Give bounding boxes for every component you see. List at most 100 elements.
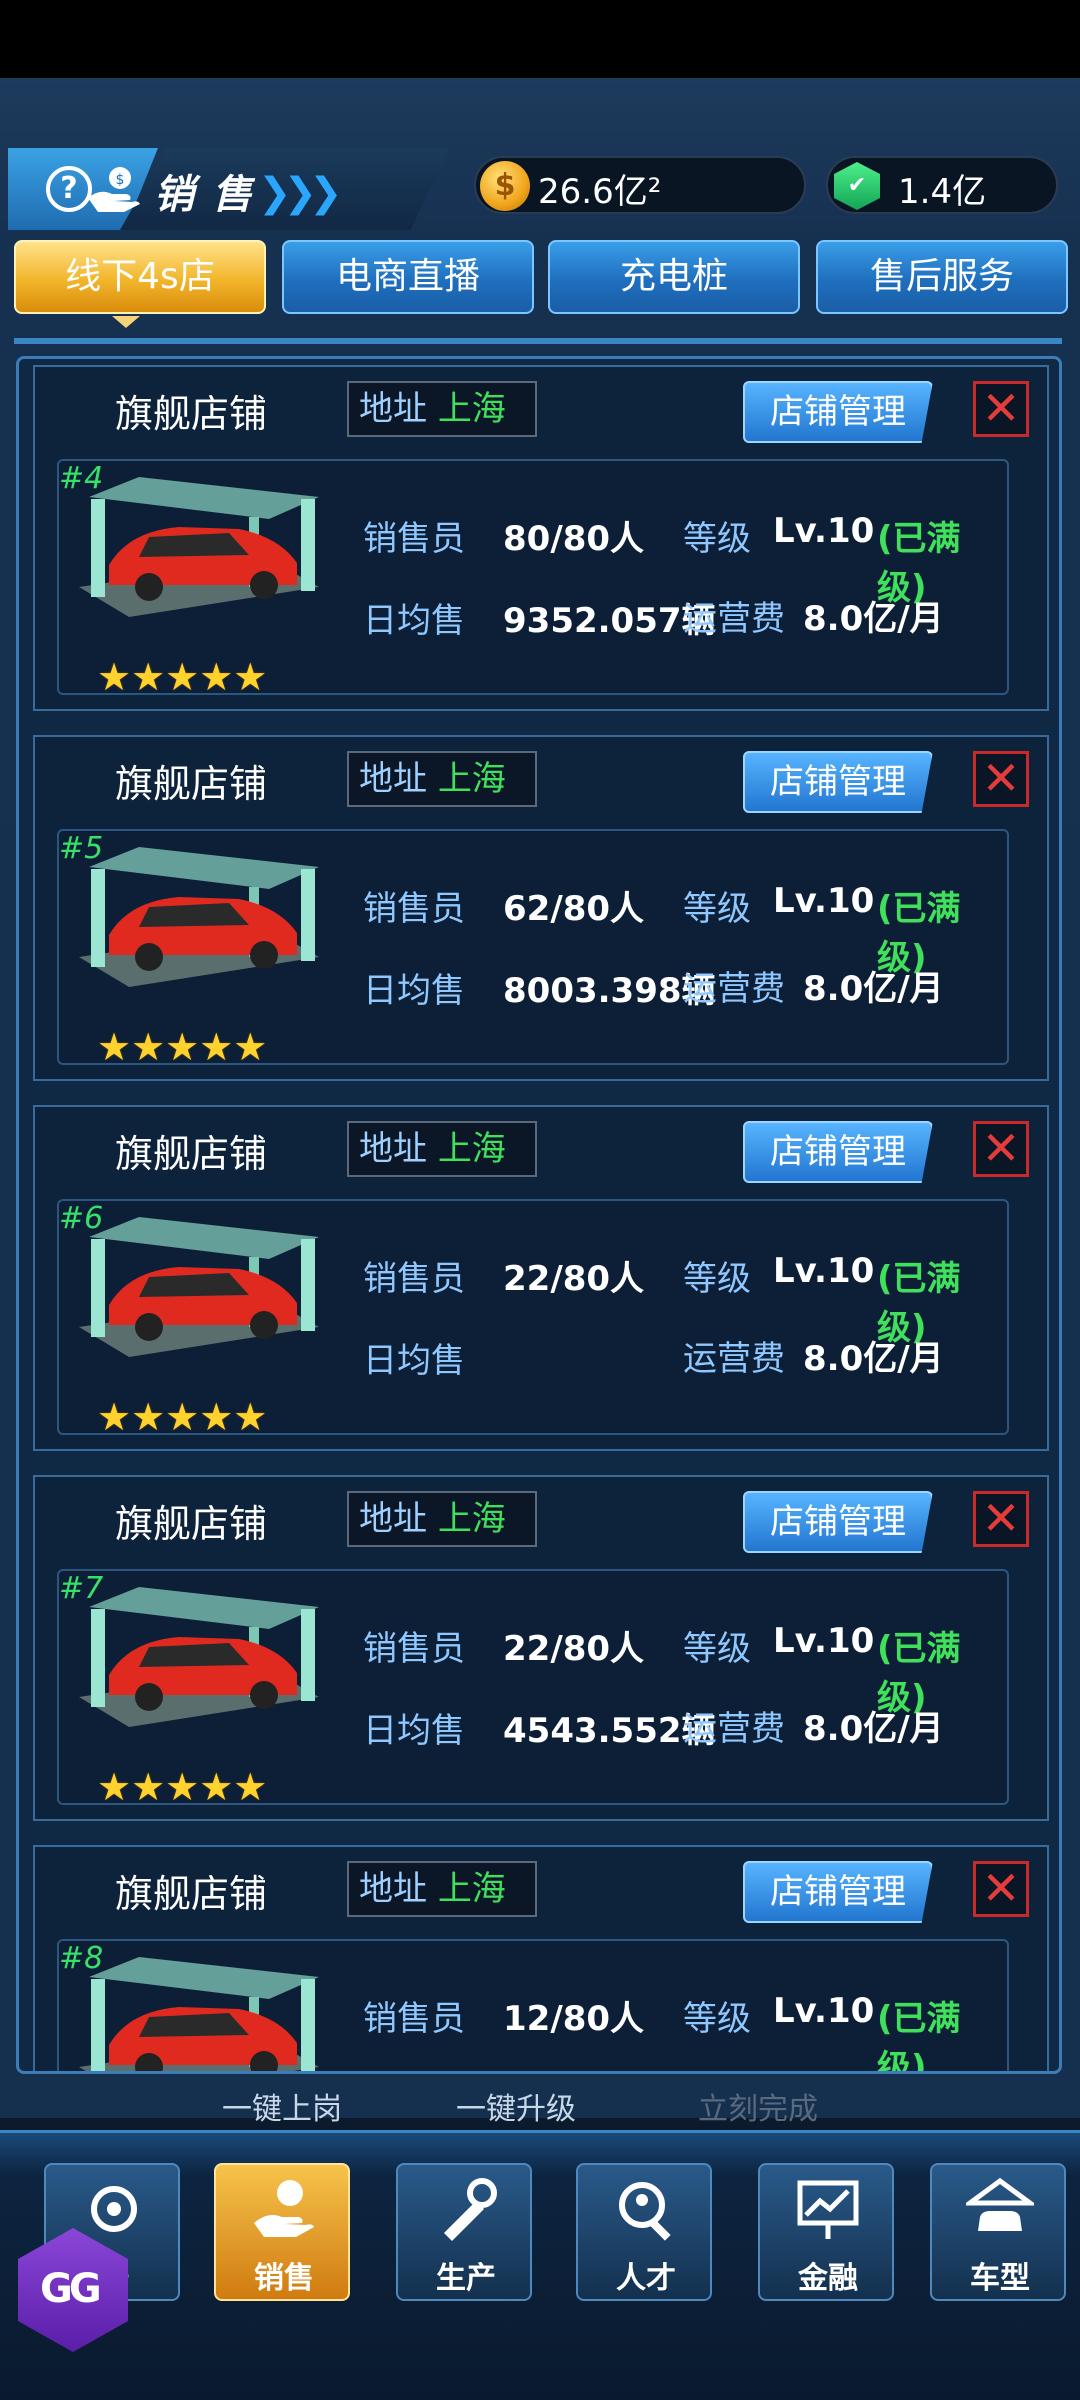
address-label: 地址 (359, 1869, 427, 1909)
store-name: 旗舰店铺 (115, 1872, 268, 1916)
level-value: Lv.10 (773, 1991, 875, 2031)
staff-label: 销售员 (363, 889, 465, 929)
level-label: 等级 (683, 889, 751, 929)
page-title: 销售 (154, 172, 270, 218)
one-click-upgrade-button[interactable]: 一键升级 (456, 2084, 576, 2128)
car-showroom-icon (79, 1217, 319, 1357)
header: ? $ 销售 ❯❯❯ $ 26.6亿² ✔ 1.4亿 (8, 148, 1072, 230)
staff-value: 80/80人 (503, 519, 645, 559)
store-list[interactable]: 旗舰店铺 地址 上海 店铺管理 ✕ #4 ★★★★★ 销售员 80/80人 等级 (16, 356, 1062, 2074)
star-rating: ★★★★★ (97, 1395, 268, 1439)
close-store-button[interactable]: ✕ (973, 1491, 1029, 1547)
nav-car-model[interactable]: 车型 (930, 2163, 1066, 2301)
tab-charging-pile[interactable]: 充电桩 (548, 240, 800, 314)
svg-text:$: $ (116, 172, 125, 188)
status-bar (0, 0, 1080, 78)
money-value: 26.6亿² (538, 172, 662, 212)
staff-label: 销售员 (363, 1629, 465, 1669)
instant-complete-button[interactable]: 立刻完成 (698, 2084, 818, 2128)
address-label: 地址 (359, 1129, 427, 1169)
star-rating: ★★★★★ (97, 1025, 268, 1069)
level-label: 等级 (683, 1629, 751, 1669)
address-city: 上海 (437, 1869, 506, 1909)
bottom-nav: 研 销售 生产 人才 金融 车型 (0, 2130, 1080, 2400)
staff-value: 62/80人 (503, 889, 645, 929)
store-manage-button[interactable]: 店铺管理 (743, 1491, 933, 1553)
daily-sales-label: 日均售 (363, 601, 465, 641)
nav-talent[interactable]: 人才 (576, 2163, 712, 2301)
staff-label: 销售员 (363, 1259, 465, 1299)
nav-label: 生产 (436, 2261, 496, 2296)
money-counter[interactable]: $ 26.6亿² (474, 156, 806, 214)
level-value: Lv.10 (773, 881, 875, 921)
address-label: 地址 (359, 1499, 427, 1539)
research-icon (91, 2186, 137, 2232)
nav-sales[interactable]: 销售 (214, 2163, 350, 2301)
store-manage-button[interactable]: 店铺管理 (743, 1121, 933, 1183)
operating-fee-value: 8.0亿/月 (803, 599, 944, 639)
nav-production[interactable]: 生产 (396, 2163, 532, 2301)
close-store-button[interactable]: ✕ (973, 1861, 1029, 1917)
level-value: Lv.10 (773, 511, 875, 551)
quick-actions: 一键上岗 一键升级 立刻完成 (0, 2084, 1080, 2130)
staff-value: 12/80人 (503, 1999, 645, 2039)
coin-icon: $ (480, 161, 530, 211)
store-manage-button[interactable]: 店铺管理 (743, 751, 933, 813)
level-value: Lv.10 (773, 1251, 875, 1291)
staff-label: 销售员 (363, 1999, 465, 2039)
staff-value: 22/80人 (503, 1259, 645, 1299)
close-store-button[interactable]: ✕ (973, 751, 1029, 807)
store-rank: #6 (59, 1201, 104, 1236)
active-tab-indicator (112, 316, 140, 328)
operating-fee-label: 运营费 (683, 599, 785, 639)
tab-after-sales[interactable]: 售后服务 (816, 240, 1068, 314)
store-manage-button[interactable]: 店铺管理 (743, 1861, 933, 1923)
close-store-button[interactable]: ✕ (973, 1121, 1029, 1177)
tab-bar: 线下4s店 电商直播 充电桩 售后服务 (14, 240, 1074, 316)
address-box: 地址 上海 (347, 1121, 537, 1177)
tab-divider (14, 338, 1062, 344)
address-city: 上海 (437, 1499, 506, 1539)
store-manage-button[interactable]: 店铺管理 (743, 381, 933, 443)
daily-sales-label: 日均售 (363, 1711, 465, 1751)
store-name: 旗舰店铺 (115, 392, 268, 436)
address-box: 地址 上海 (347, 1491, 537, 1547)
nav-finance[interactable]: 金融 (758, 2163, 894, 2301)
operating-fee-value: 8.0亿/月 (803, 1339, 944, 1379)
address-city: 上海 (437, 759, 506, 799)
store-info-box: #4 ★★★★★ 销售员 80/80人 等级 Lv.10 (已满级) 日均售 9… (57, 459, 1009, 699)
car-showroom-icon (79, 1587, 319, 1727)
store-card: 旗舰店铺 地址 上海 店铺管理 ✕ #7 ★★★★★ 销售员 22/80人 等级 (33, 1475, 1049, 1821)
address-box: 地址 上海 (347, 381, 537, 437)
one-click-staff-button[interactable]: 一键上岗 (222, 2084, 342, 2128)
tab-offline-4s[interactable]: 线下4s店 (14, 240, 266, 314)
talent-icon (619, 2182, 671, 2241)
store-info-box: #8 销售员 12/80人 等级 Lv.10 (已满级) (57, 1939, 1009, 2071)
store-rank: #7 (59, 1571, 104, 1606)
gem-counter[interactable]: ✔ 1.4亿 (826, 156, 1058, 214)
operating-fee-label: 运营费 (683, 1339, 785, 1379)
star-rating: ★★★★★ (97, 655, 268, 699)
nav-label: 车型 (970, 2261, 1030, 2296)
address-box: 地址 上海 (347, 751, 537, 807)
production-icon (444, 2178, 497, 2241)
sales-icon (254, 2180, 314, 2237)
operating-fee-value: 8.0亿/月 (803, 969, 944, 1009)
car-showroom-icon (79, 1957, 319, 2071)
tab-ecommerce-live[interactable]: 电商直播 (282, 240, 534, 314)
car-showroom-icon (79, 477, 319, 617)
daily-sales-label: 日均售 (363, 1341, 465, 1381)
nav-label: 销售 (254, 2261, 314, 2296)
gg-logo-text: GG (40, 2266, 102, 2312)
store-info-box: #7 ★★★★★ 销售员 22/80人 等级 Lv.10 (已满级) 日均售 4… (57, 1569, 1009, 1809)
close-store-button[interactable]: ✕ (973, 381, 1029, 437)
store-name: 旗舰店铺 (115, 1502, 268, 1546)
store-rank: #8 (59, 1941, 104, 1976)
store-name: 旗舰店铺 (115, 762, 268, 806)
operating-fee-label: 运营费 (683, 969, 785, 1009)
car-showroom-icon (79, 847, 319, 987)
address-city: 上海 (437, 1129, 506, 1169)
store-info-box: #5 ★★★★★ 销售员 62/80人 等级 Lv.10 (已满级) 日均售 8… (57, 829, 1009, 1069)
staff-value: 22/80人 (503, 1629, 645, 1669)
operating-fee-label: 运营费 (683, 1709, 785, 1749)
